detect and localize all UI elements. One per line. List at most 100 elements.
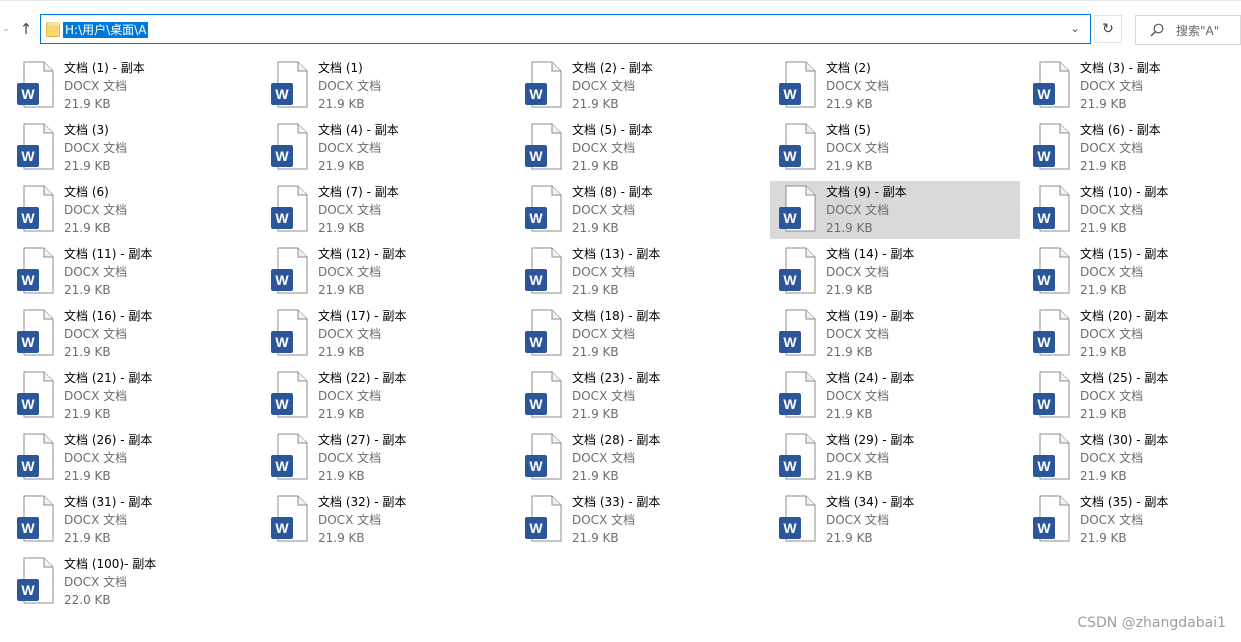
file-size: 21.9 KB — [64, 469, 111, 483]
file-item[interactable]: W 文档 (30) - 副本 DOCX 文档 21.9 KB — [1024, 429, 1241, 487]
recent-locations-chevron-down-icon[interactable]: ⌄ — [1, 21, 11, 37]
file-type: DOCX 文档 — [318, 265, 382, 279]
file-type: DOCX 文档 — [64, 575, 128, 589]
svg-text:W: W — [1037, 272, 1051, 288]
file-type: DOCX 文档 — [318, 451, 382, 465]
file-item[interactable]: W 文档 (19) - 副本 DOCX 文档 21.9 KB — [770, 305, 1020, 363]
file-name: 文档 (10) - 副本 — [1080, 185, 1169, 199]
file-size: 21.9 KB — [572, 159, 619, 173]
word-document-icon: W — [17, 371, 54, 418]
file-size: 21.9 KB — [826, 221, 873, 235]
search-input[interactable]: 搜索"A" — [1135, 15, 1241, 45]
file-item[interactable]: W 文档 (1) - 副本 DOCX 文档 21.9 KB — [8, 57, 258, 115]
word-document-icon: W — [525, 185, 562, 232]
file-type: DOCX 文档 — [64, 327, 128, 341]
file-type: DOCX 文档 — [318, 79, 382, 93]
file-item[interactable]: W 文档 (7) - 副本 DOCX 文档 21.9 KB — [262, 181, 512, 239]
file-item[interactable]: W 文档 (31) - 副本 DOCX 文档 21.9 KB — [8, 491, 258, 549]
file-item[interactable]: W 文档 (100)- 副本 DOCX 文档 22.0 KB — [8, 553, 258, 611]
file-item[interactable]: W 文档 (8) - 副本 DOCX 文档 21.9 KB — [516, 181, 766, 239]
file-type: DOCX 文档 — [826, 141, 890, 155]
file-item[interactable]: W 文档 (25) - 副本 DOCX 文档 21.9 KB — [1024, 367, 1241, 425]
file-item-text: 文档 (15) - 副本 DOCX 文档 21.9 KB — [1080, 245, 1168, 299]
word-document-icon: W — [17, 61, 54, 108]
file-item[interactable]: W 文档 (33) - 副本 DOCX 文档 21.9 KB — [516, 491, 766, 549]
file-item[interactable]: W 文档 (5) DOCX 文档 21.9 KB — [770, 119, 1020, 177]
arrow-up-icon[interactable]: ↑ — [14, 17, 38, 41]
file-item[interactable]: W 文档 (21) - 副本 DOCX 文档 21.9 KB — [8, 367, 258, 425]
file-size: 21.9 KB — [1080, 283, 1127, 297]
refresh-button[interactable]: ↻ — [1094, 15, 1122, 43]
file-item[interactable]: W 文档 (35) - 副本 DOCX 文档 21.9 KB — [1024, 491, 1241, 549]
file-size: 21.9 KB — [318, 469, 365, 483]
file-name: 文档 (3) — [64, 123, 109, 137]
file-item-text: 文档 (8) - 副本 DOCX 文档 21.9 KB — [572, 183, 653, 237]
file-item[interactable]: W 文档 (23) - 副本 DOCX 文档 21.9 KB — [516, 367, 766, 425]
svg-text:W: W — [275, 148, 289, 164]
file-item[interactable]: W 文档 (24) - 副本 DOCX 文档 21.9 KB — [770, 367, 1020, 425]
file-item-text: 文档 (2) - 副本 DOCX 文档 21.9 KB — [572, 59, 653, 113]
svg-text:W: W — [275, 458, 289, 474]
file-size: 21.9 KB — [572, 283, 619, 297]
address-path-text[interactable]: H:\用户\桌面\A — [63, 22, 149, 38]
file-item[interactable]: W 文档 (12) - 副本 DOCX 文档 21.9 KB — [262, 243, 512, 301]
file-item[interactable]: W 文档 (10) - 副本 DOCX 文档 21.9 KB — [1024, 181, 1241, 239]
file-item[interactable]: W 文档 (18) - 副本 DOCX 文档 21.9 KB — [516, 305, 766, 363]
file-name: 文档 (29) - 副本 — [826, 433, 915, 447]
file-name: 文档 (28) - 副本 — [572, 433, 661, 447]
file-name: 文档 (15) - 副本 — [1080, 247, 1169, 261]
file-item-text: 文档 (26) - 副本 DOCX 文档 21.9 KB — [64, 431, 152, 485]
file-item[interactable]: W 文档 (1) DOCX 文档 21.9 KB — [262, 57, 512, 115]
file-type: DOCX 文档 — [826, 265, 890, 279]
file-item[interactable]: W 文档 (22) - 副本 DOCX 文档 21.9 KB — [262, 367, 512, 425]
file-item[interactable]: W 文档 (29) - 副本 DOCX 文档 21.9 KB — [770, 429, 1020, 487]
svg-text:W: W — [529, 396, 543, 412]
file-item[interactable]: W 文档 (5) - 副本 DOCX 文档 21.9 KB — [516, 119, 766, 177]
file-item[interactable]: W 文档 (4) - 副本 DOCX 文档 21.9 KB — [262, 119, 512, 177]
file-name: 文档 (5) - 副本 — [572, 123, 653, 137]
file-size: 21.9 KB — [572, 97, 619, 111]
file-size: 21.9 KB — [318, 345, 365, 359]
address-dropdown-chevron-down-icon[interactable]: ⌄ — [1068, 21, 1082, 37]
svg-text:W: W — [529, 272, 543, 288]
file-item[interactable]: W 文档 (6) - 副本 DOCX 文档 21.9 KB — [1024, 119, 1241, 177]
word-document-icon: W — [17, 557, 54, 604]
file-size: 21.9 KB — [1080, 469, 1127, 483]
file-item[interactable]: W 文档 (2) DOCX 文档 21.9 KB — [770, 57, 1020, 115]
file-name: 文档 (34) - 副本 — [826, 495, 915, 509]
file-item[interactable]: W 文档 (3) DOCX 文档 21.9 KB — [8, 119, 258, 177]
file-item[interactable]: W 文档 (17) - 副本 DOCX 文档 21.9 KB — [262, 305, 512, 363]
file-name: 文档 (32) - 副本 — [318, 495, 407, 509]
file-item[interactable]: W 文档 (14) - 副本 DOCX 文档 21.9 KB — [770, 243, 1020, 301]
file-item[interactable]: W 文档 (28) - 副本 DOCX 文档 21.9 KB — [516, 429, 766, 487]
word-document-icon: W — [779, 61, 816, 108]
word-document-icon: W — [1033, 309, 1070, 356]
file-item[interactable]: W 文档 (6) DOCX 文档 21.9 KB — [8, 181, 258, 239]
file-item[interactable]: W 文档 (13) - 副本 DOCX 文档 21.9 KB — [516, 243, 766, 301]
file-item-text: 文档 (17) - 副本 DOCX 文档 21.9 KB — [318, 307, 406, 361]
file-item[interactable]: W 文档 (34) - 副本 DOCX 文档 21.9 KB — [770, 491, 1020, 549]
file-item-text: 文档 (32) - 副本 DOCX 文档 21.9 KB — [318, 493, 406, 547]
file-type: DOCX 文档 — [1080, 513, 1144, 527]
word-document-icon: W — [271, 123, 308, 170]
search-placeholder: 搜索"A" — [1176, 24, 1220, 38]
file-item[interactable]: W 文档 (20) - 副本 DOCX 文档 21.9 KB — [1024, 305, 1241, 363]
file-size: 21.9 KB — [64, 407, 111, 421]
word-document-icon: W — [525, 371, 562, 418]
file-item[interactable]: W 文档 (3) - 副本 DOCX 文档 21.9 KB — [1024, 57, 1241, 115]
file-name: 文档 (18) - 副本 — [572, 309, 661, 323]
file-item[interactable]: W 文档 (26) - 副本 DOCX 文档 21.9 KB — [8, 429, 258, 487]
file-item[interactable]: W 文档 (15) - 副本 DOCX 文档 21.9 KB — [1024, 243, 1241, 301]
file-name: 文档 (13) - 副本 — [572, 247, 661, 261]
file-item-text: 文档 (1) DOCX 文档 21.9 KB — [318, 59, 381, 113]
file-item-text: 文档 (16) - 副本 DOCX 文档 21.9 KB — [64, 307, 152, 361]
address-bar[interactable]: H:\用户\桌面\A ⌄ — [40, 14, 1091, 44]
file-item-text: 文档 (11) - 副本 DOCX 文档 21.9 KB — [64, 245, 152, 299]
file-item[interactable]: W 文档 (11) - 副本 DOCX 文档 21.9 KB — [8, 243, 258, 301]
file-item[interactable]: W 文档 (16) - 副本 DOCX 文档 21.9 KB — [8, 305, 258, 363]
file-size: 21.9 KB — [572, 345, 619, 359]
file-item[interactable]: W 文档 (9) - 副本 DOCX 文档 21.9 KB — [770, 181, 1020, 239]
file-item[interactable]: W 文档 (2) - 副本 DOCX 文档 21.9 KB — [516, 57, 766, 115]
file-item[interactable]: W 文档 (27) - 副本 DOCX 文档 21.9 KB — [262, 429, 512, 487]
file-item[interactable]: W 文档 (32) - 副本 DOCX 文档 21.9 KB — [262, 491, 512, 549]
